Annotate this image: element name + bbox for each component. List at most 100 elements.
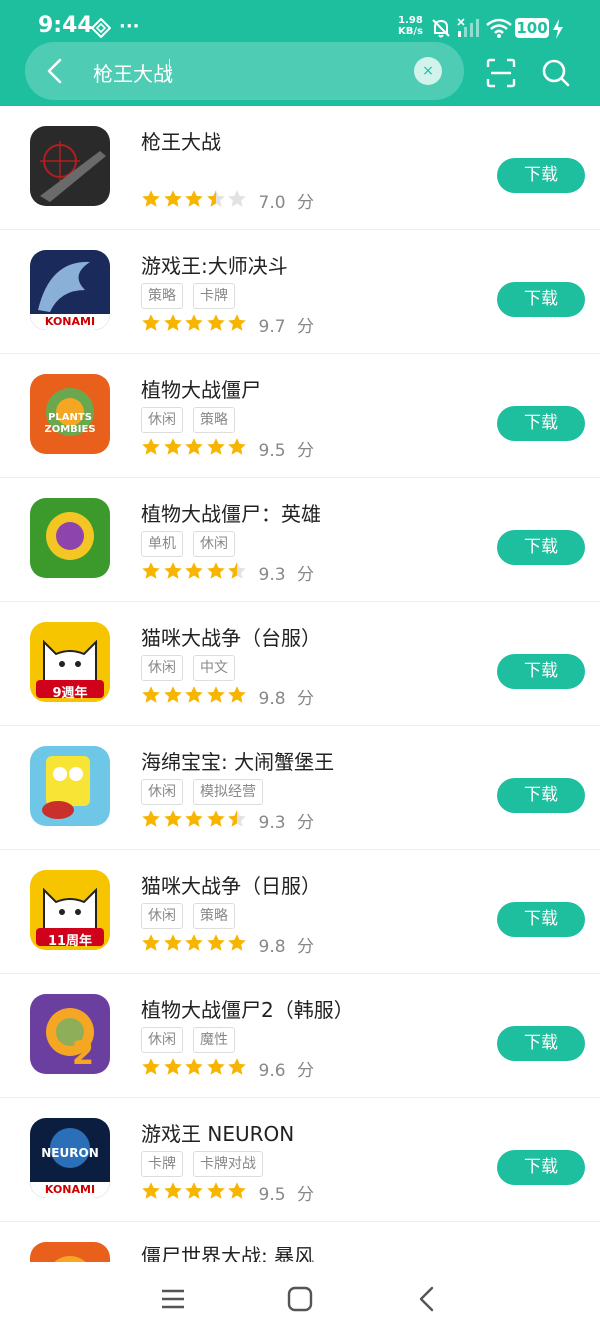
app-list-item[interactable]: 枪王大战 7.0 分 下载 [0,106,600,230]
download-button[interactable]: 下载 [497,530,585,565]
speed-unit: KB/s [398,26,423,37]
yugioh-neuron-icon[interactable]: NEURON KONAMI [30,1118,110,1198]
home-square-icon [287,1286,313,1312]
app-tags: 休闲 模拟经营 [141,779,273,805]
app-rating: 9.5 分 [141,1180,314,1205]
navigation-bar [0,1262,600,1333]
star-icon [142,561,160,579]
app-tag: 策略 [141,283,183,309]
star-icon [163,313,182,331]
clear-search-button[interactable]: × [414,57,442,85]
app-tag: 休闲 [141,1027,183,1053]
wwz-icon[interactable] [30,1242,110,1262]
rating-score: 9.8 分 [259,932,314,957]
download-button[interactable]: 下载 [497,654,585,689]
star-icon [228,1057,246,1075]
app-rating: 9.6 分 [141,1056,314,1081]
app-title[interactable]: 猫咪大战争（台服） [141,622,321,651]
scan-button[interactable] [485,57,517,89]
app-list-item[interactable]: 僵尸世界大战: 暴风 [0,1222,600,1262]
star-icon [206,1181,225,1199]
app-tag: 策略 [193,407,235,433]
app-title[interactable]: 枪王大战 [141,126,221,155]
app-title[interactable]: 僵尸世界大战: 暴风 [141,1240,314,1262]
back-button[interactable] [40,55,72,87]
rating-score: 9.7 分 [259,312,314,337]
rating-score: 9.5 分 [259,436,314,461]
more-notifications-icon: ··· [119,16,140,37]
download-button[interactable]: 下载 [497,1150,585,1185]
pvz2-zombie-icon[interactable]: 2 [30,994,110,1074]
app-title[interactable]: 游戏王:大师决斗 [141,250,288,279]
app-title[interactable]: 海绵宝宝: 大闹蟹堡王 [141,746,334,775]
star-icon [228,1181,246,1199]
recent-apps-button[interactable] [158,1284,188,1314]
star-icon [185,561,203,579]
app-list-item[interactable]: 11周年 猫咪大战争（日服） 休闲 策略 9.8 分 下载 [0,850,600,974]
gun-game-icon[interactable] [30,126,110,206]
pvz-heroes-icon[interactable] [30,498,110,578]
download-button[interactable]: 下载 [497,282,585,317]
star-icon [142,809,160,827]
app-rating: 7.0 分 [141,188,314,213]
download-button[interactable]: 下载 [497,406,585,441]
app-title[interactable]: 植物大战僵尸：英雄 [141,498,321,527]
rating-score-value: 7.0 [258,193,286,213]
app-list-item[interactable]: PLANTS ZOMBIES 植物大战僵尸 休闲 策略 9.5 分 下载 [0,354,600,478]
app-tag: 中文 [193,655,235,681]
rating-score-unit: 分 [291,1185,314,1205]
vpn-icon [90,17,112,42]
star-icon [206,561,225,579]
app-list-item[interactable]: 2 植物大战僵尸2（韩服） 休闲 魔性 9.6 分 下载 [0,974,600,1098]
download-button[interactable]: 下载 [497,158,585,193]
download-button[interactable]: 下载 [497,778,585,813]
star-icon [163,1181,182,1199]
back-nav-button[interactable] [413,1284,443,1314]
star-icon [185,1057,203,1075]
app-title[interactable]: 游戏王 NEURON [141,1118,294,1147]
star-icon [228,685,246,703]
app-tag: 卡牌对战 [193,1151,263,1177]
star-icon [163,189,182,207]
star-icon [142,685,160,703]
pvz-zombie-icon[interactable]: PLANTS ZOMBIES [30,374,110,454]
app-list-item[interactable]: 植物大战僵尸：英雄 单机 休闲 9.3 分 下载 [0,478,600,602]
search-input[interactable]: 枪王大战 [93,58,173,87]
star-icon [206,189,225,207]
charging-icon [552,19,564,43]
battle-cats-icon[interactable]: 9週年 [30,622,110,702]
download-button[interactable]: 下载 [497,902,585,937]
app-tag: 单机 [141,531,183,557]
app-tags: 休闲 策略 [141,407,245,433]
spongebob-icon[interactable] [30,746,110,826]
star-icon [185,809,203,827]
yugioh-dragon-icon[interactable]: KONAMI [30,250,110,330]
rating-score-unit: 分 [291,1061,314,1081]
app-tag: 策略 [193,903,235,929]
star-icon [206,437,225,455]
star-icon [142,437,160,455]
download-button[interactable]: 下载 [497,1026,585,1061]
app-list-item[interactable]: NEURON KONAMI 游戏王 NEURON 卡牌 卡牌对战 9.5 分 下载 [0,1098,600,1222]
icon-caption: PLANTS ZOMBIES [44,412,96,435]
rating-score-value: 9.3 [258,565,286,585]
app-title[interactable]: 植物大战僵尸2（韩服） [141,994,354,1023]
app-title[interactable]: 猫咪大战争（日服） [141,870,321,899]
star-icon [206,685,225,703]
rating-stars [141,933,249,957]
app-tag: 魔性 [193,1027,235,1053]
search-results-list[interactable]: 枪王大战 7.0 分下载 KONAMI 游戏王:大师决斗 策略 卡牌 9.7 分下载 PLAN… [0,106,600,1262]
mute-bell-icon [430,17,452,43]
app-list-item[interactable]: KONAMI 游戏王:大师决斗 策略 卡牌 9.7 分 下载 [0,230,600,354]
app-tag: 休闲 [141,779,183,805]
app-list-item[interactable]: 海绵宝宝: 大闹蟹堡王 休闲 模拟经营 9.3 分 下载 [0,726,600,850]
app-rating: 9.3 分 [141,560,314,585]
battle-cats-icon[interactable]: 11周年 [30,870,110,950]
search-button[interactable] [540,57,572,89]
app-title[interactable]: 植物大战僵尸 [141,374,261,403]
app-list-item[interactable]: 9週年 猫咪大战争（台服） 休闲 中文 9.8 分 下载 [0,602,600,726]
star-icon [185,933,203,951]
search-bar[interactable] [25,42,464,100]
home-button[interactable] [285,1284,315,1314]
icon-caption-publisher: KONAMI [44,1183,96,1196]
